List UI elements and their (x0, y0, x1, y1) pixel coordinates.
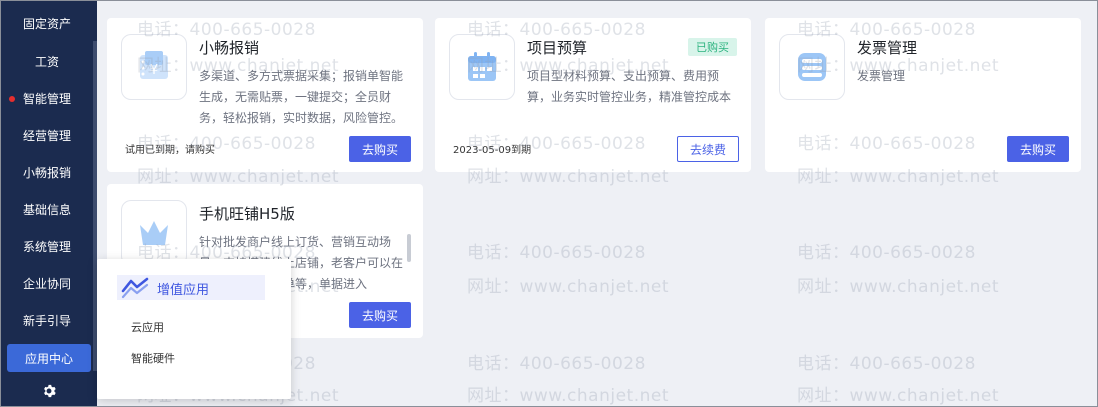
renew-button[interactable]: 去续费 (677, 136, 739, 162)
card-title: 发票管理 (857, 39, 918, 57)
app-card-expense: ¥ 小畅报销 多渠道、多方式票据采集；报销单智能生成，无需贴票，一键提交；全员财… (107, 18, 423, 172)
gear-icon[interactable] (39, 381, 59, 401)
card-description: 多渠道、多方式票据采集；报销单智能生成，无需贴票，一键提交；全员财务，轻松报销，… (199, 69, 404, 125)
calendar-icon (449, 34, 515, 100)
sidebar-item-smart-management[interactable]: 智能管理 (1, 80, 93, 117)
sidebar-item-label: 企业协同 (22, 277, 71, 291)
sidebar-item-fixed-assets[interactable]: 固定资产 (1, 5, 93, 42)
card-title: 项目预算 (527, 39, 588, 57)
sidebar-item-label: 工资 (34, 55, 59, 69)
sidebar-item-label: 新手引导 (22, 314, 71, 328)
sidebar-item-label: 基础信息 (22, 203, 71, 217)
crown-icon (121, 200, 187, 266)
menu-item-smart-hardware[interactable]: 智能硬件 (131, 350, 175, 366)
buy-button[interactable]: 去购买 (1007, 136, 1069, 162)
card-status: 试用已到期，请购买 (125, 145, 215, 156)
sidebar: 固定资产 工资 智能管理 经营管理 小畅报销 基础信息 系统管理 企业协同 新手… (1, 1, 97, 406)
card-expiry-date: 2023-05-09到期 (453, 145, 532, 156)
description-scrollbar[interactable] (407, 234, 411, 262)
menu-item-cloud-app[interactable]: 云应用 (131, 319, 164, 335)
receipt-icon: ¥ (121, 34, 187, 100)
sidebar-item-label: 智能管理 (22, 92, 71, 106)
sidebar-item-collaboration[interactable]: 企业协同 (1, 265, 93, 302)
sidebar-item-system-management[interactable]: 系统管理 (1, 228, 93, 265)
value-added-app-icon (121, 277, 149, 303)
sidebar-item-label: 经营管理 (22, 129, 71, 143)
status-badge: 已购买 (688, 38, 737, 56)
sidebar-item-label: 小畅报销 (22, 166, 71, 180)
app-window: 固定资产 工资 智能管理 经营管理 小畅报销 基础信息 系统管理 企业协同 新手… (0, 0, 1098, 407)
card-description: 项目型材料预算、支出预算、费用预算，业务实时管控业务，精准管控成本 (527, 69, 732, 104)
sidebar-item-salary[interactable]: 工资 (1, 43, 93, 80)
sidebar-item-onboarding[interactable]: 新手引导 (1, 302, 93, 339)
sidebar-item-basic-info[interactable]: 基础信息 (1, 191, 93, 228)
sidebar-item-label: 应用中心 (24, 351, 73, 366)
app-card-project-budget: 项目预算 已购买 项目型材料预算、支出预算、费用预算，业务实时管控业务，精准管控… (435, 18, 751, 172)
svg-text:¥: ¥ (150, 63, 158, 78)
notification-dot (9, 96, 15, 102)
buy-button[interactable]: 去购买 (349, 136, 411, 162)
sidebar-item-business-management[interactable]: 经营管理 (1, 117, 93, 154)
menu-item-value-added[interactable]: 增值应用 (157, 279, 209, 298)
app-card-invoice: 发票管理 发票管理 去购买 (765, 18, 1081, 172)
app-center-popover: 增值应用 云应用 智能硬件 (97, 259, 291, 399)
sidebar-item-label: 固定资产 (22, 17, 71, 31)
sidebar-item-label: 系统管理 (22, 240, 71, 254)
sidebar-item-expense[interactable]: 小畅报销 (1, 154, 93, 191)
sidebar-item-app-center[interactable]: 应用中心 (7, 344, 91, 372)
invoice-icon (779, 34, 845, 100)
card-title: 手机旺铺H5版 (199, 205, 295, 223)
card-description: 发票管理 (857, 69, 906, 83)
buy-button[interactable]: 去购买 (349, 302, 411, 328)
card-title: 小畅报销 (199, 39, 260, 57)
